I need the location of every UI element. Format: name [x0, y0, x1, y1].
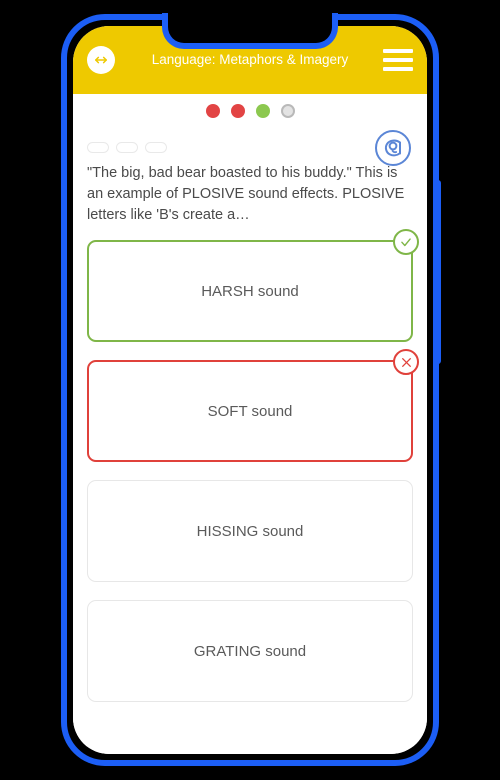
answer-option-soft-sound[interactable]: SOFT sound — [87, 349, 419, 462]
progress-dot-1[interactable] — [205, 104, 220, 118]
progress-dot-2[interactable] — [230, 104, 245, 118]
phone-notch — [162, 13, 338, 49]
menu-bar-2 — [383, 58, 413, 62]
tag-pill-2 — [116, 142, 138, 153]
tag-pill-1 — [87, 142, 109, 153]
phone-screen: Language: Metaphors & Imagery "The big, … — [73, 26, 427, 754]
tag-pills — [87, 138, 413, 153]
audio-listen-icon[interactable] — [373, 128, 413, 168]
tag-pill-3 — [145, 142, 167, 153]
menu-bar-1 — [383, 49, 413, 53]
answer-option-grating-sound[interactable]: GRATING sound — [87, 600, 413, 702]
answer-option-harsh-sound[interactable]: HARSH sound — [87, 229, 419, 342]
progress-dot-3[interactable] — [255, 104, 270, 118]
question-content: "The big, bad bear boasted to his buddy.… — [73, 128, 427, 754]
answer-options-list: HARSH sound SOFT sound HISSING sound GRA… — [87, 229, 419, 702]
back-button[interactable] — [87, 46, 115, 74]
menu-bar-3 — [383, 67, 413, 71]
hamburger-menu-icon[interactable] — [383, 49, 413, 71]
answer-option-label: GRATING sound — [193, 642, 307, 660]
screenshot-stage: Language: Metaphors & Imagery "The big, … — [0, 0, 500, 780]
answer-option-label: HARSH sound — [201, 282, 299, 300]
check-icon — [393, 229, 419, 255]
phone-side-button[interactable] — [434, 180, 441, 364]
answer-option-label: SOFT sound — [207, 402, 293, 420]
progress-dots — [73, 94, 427, 128]
question-text: "The big, bad bear boasted to his buddy.… — [87, 165, 405, 223]
left-right-arrow-icon — [95, 56, 107, 64]
phone-frame: Language: Metaphors & Imagery "The big, … — [61, 13, 441, 766]
progress-dot-4-current[interactable] — [280, 104, 295, 118]
answer-option-hissing-sound[interactable]: HISSING sound — [87, 480, 413, 582]
cross-icon — [393, 349, 419, 375]
page-title: Language: Metaphors & Imagery — [151, 52, 349, 67]
question-header-row — [87, 128, 413, 166]
answer-option-label: HISSING sound — [196, 522, 304, 540]
